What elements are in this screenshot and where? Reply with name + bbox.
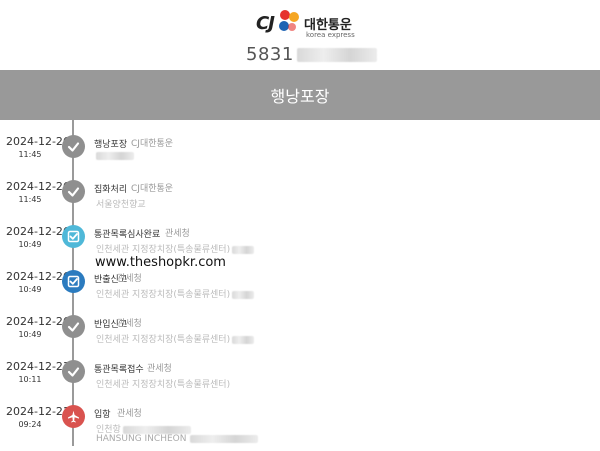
event-status: 통관목록접수 — [94, 365, 144, 375]
redacted-block — [96, 152, 134, 160]
redacted-block — [122, 425, 191, 434]
event-time: 09:24 — [18, 420, 42, 429]
event-location — [96, 152, 134, 163]
check-icon — [67, 142, 80, 152]
event-date: 2024-12-26 — [6, 315, 70, 328]
logo-cj-text: CJ — [256, 13, 275, 34]
event-location: 인천세관 지정장치장(특송물류센터) — [96, 287, 255, 300]
event-location-text: 인천세관 지정장치장(특송물류센터) — [96, 245, 231, 255]
cj-logo: CJ 대한통운 korea express — [256, 8, 376, 44]
event-location-text: 인천세관 지정장치장(특송물류센터) — [96, 335, 231, 345]
timeline-event: 2024-12-26 11:45 행낭포장 CJ대한통운 — [0, 135, 600, 181]
event-status: 집화처리 — [94, 185, 128, 195]
event-location: 인천세관 지정장치장(특송물류센터) — [96, 242, 255, 255]
tracking-number: 5831 — [246, 44, 377, 65]
event-date: 2024-12-26 — [6, 270, 70, 283]
redacted-block — [232, 245, 255, 254]
event-time: 11:45 — [18, 195, 42, 204]
event-location: 인천세관 지정장치장(특송물류센터) — [96, 332, 255, 345]
event-status: 행낭포장 — [94, 140, 128, 150]
event-company: 관세청 — [147, 364, 172, 374]
event-location-detail-text: HANSUNG INCHEON — [96, 434, 187, 444]
timeline-event: 2024-12-21 09:24 입항 관세청 인천항 HANSUNG INCHEON — [0, 405, 600, 451]
event-status-icon — [62, 135, 85, 158]
event-company: 관세청 — [165, 229, 190, 239]
tracking-prefix: 5831 — [246, 44, 294, 65]
check-icon — [67, 187, 80, 197]
timeline-event: 2024-12-26 11:45 집화처리 CJ대한통운서울양천향교 — [0, 180, 600, 226]
timeline-event: 2024-12-26 10:49 통관목록심사완료 관세청인천세관 지정장치장(특송물… — [0, 225, 600, 271]
event-status-icon — [62, 315, 85, 338]
event-time: 10:11 — [18, 375, 42, 384]
event-company: 관세청 — [117, 409, 142, 419]
event-time: 10:49 — [18, 285, 42, 294]
event-status-icon — [62, 360, 85, 383]
event-date: 2024-12-21 — [6, 405, 70, 418]
event-time: 11:45 — [18, 150, 42, 159]
check-icon — [67, 367, 80, 377]
banner-title: 행낭포장 — [270, 87, 330, 106]
timeline-event: 2024-12-26 10:49 반입신고 관세청 인천세관 지정장치장(특송물류센터) — [0, 315, 600, 361]
event-status-icon — [62, 405, 85, 428]
event-time: 10:49 — [18, 330, 42, 339]
tracking-redacted — [296, 47, 377, 62]
event-date: 2024-12-26 — [6, 180, 70, 193]
redacted-block — [232, 290, 255, 299]
event-date: 2024-12-26 — [6, 135, 70, 148]
event-time: 10:49 — [18, 240, 42, 249]
checkbox-icon — [67, 230, 80, 243]
event-status: 통관목록심사완료 — [94, 230, 161, 240]
logo-dots-icon — [279, 10, 299, 31]
event-company: 관세청 — [117, 274, 142, 284]
event-date: 2024-12-26 — [6, 225, 70, 238]
event-location-detail: HANSUNG INCHEON — [96, 434, 259, 444]
event-location: 인천세관 지정장치장(특송물류센터) — [96, 377, 230, 390]
event-company: 관세청 — [117, 319, 142, 329]
logo-subtitle: korea express — [306, 31, 355, 39]
redacted-block — [232, 335, 255, 344]
event-status-icon — [62, 270, 85, 293]
event-date: 2024-12-23 — [6, 360, 70, 373]
event-location-text: 인천세관 지정장치장(특송물류센터) — [96, 380, 231, 390]
event-company: CJ대한통운 — [131, 184, 174, 194]
header: CJ 대한통운 korea express 5831 — [0, 0, 600, 70]
event-location-text: 인천세관 지정장치장(특송물류센터) — [96, 290, 231, 300]
event-location-text: 서울양천향교 — [96, 200, 146, 210]
status-banner: 행낭포장 — [0, 70, 600, 120]
watermark-text: www.theshopkr.com — [95, 255, 226, 270]
event-location: 서울양천향교 — [96, 197, 146, 210]
event-status: 입항 — [94, 410, 111, 420]
event-company: CJ대한통운 — [131, 139, 174, 149]
event-status-icon — [62, 225, 85, 248]
airplane-icon — [68, 410, 79, 423]
event-status-icon — [62, 180, 85, 203]
check-icon — [67, 322, 80, 332]
timeline-event: 2024-12-26 10:49 반출신고 관세청 인천세관 지정장치장(특송물류센터) — [0, 270, 600, 316]
checkbox-icon — [67, 275, 80, 288]
timeline-event: 2024-12-23 10:11 통관목록접수 관세청인천세관 지정장치장(특송물류센… — [0, 360, 600, 406]
redacted-block — [190, 434, 259, 443]
